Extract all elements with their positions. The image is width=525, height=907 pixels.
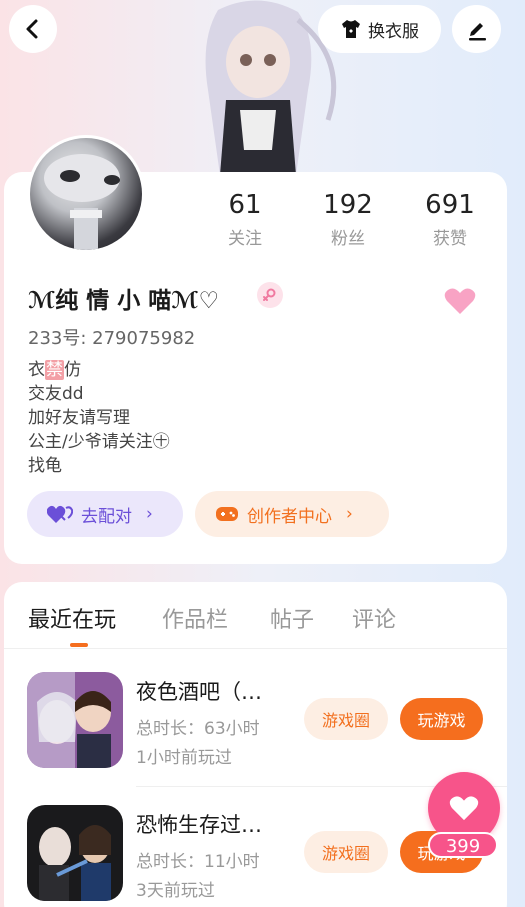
followers-stat[interactable]: 192 粉丝 — [303, 190, 393, 249]
followers-label: 粉丝 — [331, 229, 365, 249]
game-thumbnail — [27, 805, 123, 901]
hearts-icon — [47, 505, 73, 523]
uid-label: 233号: — [28, 328, 87, 349]
likes-label: 获赞 — [433, 229, 467, 249]
uid-line: 233号: 279075982 — [28, 324, 195, 350]
gamepad-icon — [216, 507, 238, 521]
bio-text: 仿 — [64, 360, 81, 380]
game-circle-button[interactable]: 游戏圈 — [304, 698, 388, 740]
change-outfit-label: 换衣服 — [368, 21, 419, 42]
game-title: 夜色酒吧（… — [136, 680, 262, 704]
character-avatar[interactable] — [178, 0, 338, 175]
play-duration: 总时长：11小时 — [136, 852, 260, 872]
last-played: 3天前玩过 — [136, 881, 215, 901]
pair-button[interactable]: 去配对 › — [27, 491, 183, 537]
like-count-badge: 399 — [428, 832, 498, 858]
following-count: 61 — [228, 190, 262, 220]
edit-profile-button[interactable] — [452, 5, 501, 53]
play-game-button[interactable]: 玩游戏 — [400, 698, 483, 740]
followers-count: 192 — [323, 190, 373, 220]
nickname: ℳ纯 情 小 喵ℳ♡ — [28, 288, 220, 314]
tab-recently-played[interactable]: 最近在玩 — [28, 602, 116, 634]
bio-line: 公主/少爷请关注㊉ — [28, 432, 170, 452]
likes-stat[interactable]: 691 获赞 — [405, 190, 495, 249]
play-duration: 总时长：63小时 — [136, 719, 260, 739]
banned-word-badge: 禁 — [45, 360, 64, 380]
bio: 衣禁仿 交友dd 加好友请写理 公主/少爷请关注㊉ 找龟 — [28, 358, 170, 478]
tab-comments[interactable]: 评论 — [352, 602, 396, 634]
tshirt-icon — [342, 20, 360, 38]
heart-icon[interactable] — [444, 287, 476, 319]
change-outfit-button[interactable]: 换衣服 — [318, 5, 441, 53]
bio-line: 加好友请写理 — [28, 408, 130, 428]
game-thumbnail — [27, 672, 123, 768]
chevron-right-icon: › — [346, 504, 353, 524]
pair-label: 去配对 — [81, 506, 132, 527]
tab-works[interactable]: 作品栏 — [162, 602, 228, 634]
following-label: 关注 — [228, 229, 262, 249]
uid-value: 279075982 — [92, 328, 196, 349]
game-title: 恐怖生存过… — [136, 813, 262, 837]
list-item[interactable]: 夜色酒吧（… 总时长：63小时 1小时前玩过 游戏圈 玩游戏 — [0, 672, 525, 792]
creator-center-label: 创作者中心 — [247, 506, 332, 527]
bio-text: 衣 — [28, 360, 45, 380]
tab-posts[interactable]: 帖子 — [270, 602, 314, 634]
chevron-right-icon: › — [146, 504, 153, 524]
active-tab-indicator — [70, 643, 88, 647]
following-stat[interactable]: 61 关注 — [200, 190, 290, 249]
bio-line: 找龟 — [28, 456, 62, 476]
likes-count: 691 — [425, 190, 475, 220]
heart-icon — [449, 796, 479, 821]
game-circle-button[interactable]: 游戏圈 — [304, 831, 388, 873]
back-button[interactable] — [9, 5, 57, 53]
creator-center-button[interactable]: 创作者中心 › — [195, 491, 389, 537]
pencil-icon — [468, 23, 486, 41]
user-avatar[interactable] — [27, 135, 145, 253]
female-gender-icon — [257, 282, 283, 308]
chevron-left-icon — [26, 19, 38, 39]
last-played: 1小时前玩过 — [136, 748, 232, 768]
divider — [4, 648, 507, 649]
bio-line: 交友dd — [28, 384, 84, 404]
